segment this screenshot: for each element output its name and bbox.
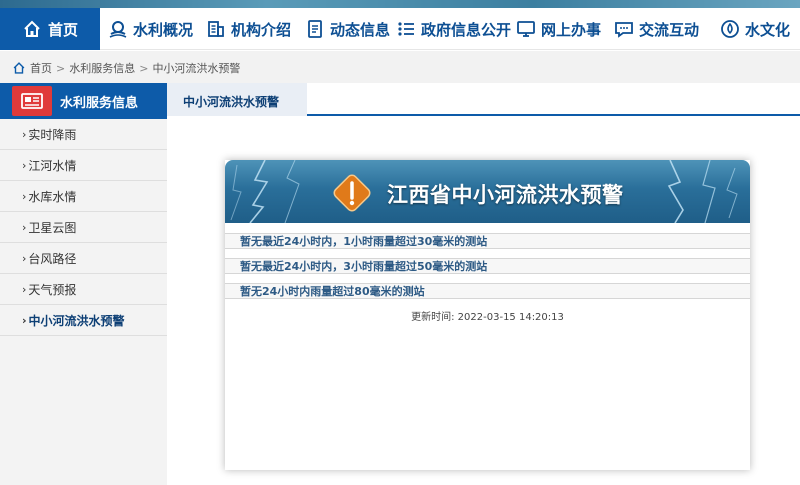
nav-home-button[interactable]: 首页 [0,8,100,50]
newspaper-icon [12,86,52,116]
main-nav: 首页 水利概况 机构介绍 动态信息 政府信息公开 网上办事 交流互动 水文化 [0,8,800,50]
flood-warning-panel: 江西省中小河流洪水预警 暂无最近24小时内，1小时雨量超过30毫米的测站 暂无最… [225,160,750,470]
nav-item-label: 机构介绍 [231,20,292,39]
breadcrumb-separator: > [139,61,149,75]
update-time-value: 2022-03-15 14:20:13 [457,312,564,323]
sidebar-header: 水利服务信息 [0,83,167,119]
chat-icon [614,19,634,39]
nav-item-news[interactable]: 动态信息 [305,8,390,50]
chevron-right-icon: › [22,220,27,234]
breadcrumb-current: 中小河流洪水预警 [152,62,241,75]
nav-item-label: 交流互动 [639,20,700,39]
banner-title: 江西省中小河流洪水预警 [387,183,624,207]
nav-item-water-overview[interactable]: 水利概况 [108,8,193,50]
home-icon [12,61,26,75]
sidebar-list: › 实时降雨 › 江河水情 › 水库水情 › 卫星云图 › 台风路径 › 天气预报 › 中小河… [0,119,167,336]
warning-row: 暂无最近24小时内，1小时雨量超过30毫米的测站 [225,233,750,249]
chevron-right-icon: › [22,313,27,327]
breadcrumb: 首页 > 水利服务信息 > 中小河流洪水预警 [12,60,240,76]
warning-banner: 江西省中小河流洪水预警 [225,160,750,223]
sidebar-item-reservoir-level[interactable]: › 水库水情 [0,181,167,212]
nav-item-gov-info[interactable]: 政府信息公开 [396,8,511,50]
sidebar-item-weather-forecast[interactable]: › 天气预报 [0,274,167,305]
nav-home-label: 首页 [47,20,78,39]
building-icon [206,19,226,39]
chevron-right-icon: › [22,282,27,296]
chevron-right-icon: › [22,251,27,265]
sidebar-item-label: 中小河流洪水预警 [28,313,125,328]
sidebar-item-realtime-rain[interactable]: › 实时降雨 [0,119,167,150]
chevron-right-icon: › [22,158,27,172]
nav-item-interaction[interactable]: 交流互动 [614,8,699,50]
sidebar-item-label: 实时降雨 [28,127,77,142]
rows-icon [396,19,416,39]
warning-list: 暂无最近24小时内，1小时雨量超过30毫米的测站 暂无最近24小时内，3小时雨量… [225,223,750,299]
warning-row-text: 暂无最近24小时内，3小时雨量超过50毫米的测站 [240,260,488,273]
nav-item-water-culture[interactable]: 水文化 [720,8,790,50]
sidebar: 水利服务信息 › 实时降雨 › 江河水情 › 水库水情 › 卫星云图 › 台风路径 › 天气… [0,83,167,485]
sidebar-item-label: 台风路径 [28,251,77,266]
warning-icon [333,174,371,212]
sidebar-item-label: 水库水情 [28,189,77,204]
nav-item-organization[interactable]: 机构介绍 [206,8,291,50]
water-drop-icon [720,19,740,39]
nav-item-label: 动态信息 [330,20,391,39]
update-time-label: 更新时间: [411,312,455,323]
sidebar-item-label: 天气预报 [28,282,77,297]
breadcrumb-separator: > [56,61,66,75]
warning-row-text: 暂无最近24小时内，1小时雨量超过30毫米的测站 [240,235,488,248]
nav-item-label: 水文化 [745,20,791,39]
water-network-icon [108,19,128,39]
nav-item-label: 水利概况 [133,20,194,39]
sidebar-item-label: 卫星云图 [28,220,77,235]
sidebar-item-typhoon-path[interactable]: › 台风路径 [0,243,167,274]
breadcrumb-home[interactable]: 首页 [30,60,52,76]
page-title: 中小河流洪水预警 [183,95,280,109]
warning-row: 暂无最近24小时内，3小时雨量超过50毫米的测站 [225,258,750,274]
nav-item-label: 网上办事 [541,20,602,39]
document-icon [305,19,325,39]
monitor-icon [516,19,536,39]
sidebar-item-flood-warning[interactable]: › 中小河流洪水预警 [0,305,167,336]
content-header: 中小河流洪水预警 [167,83,800,116]
home-icon [22,19,42,39]
sidebar-item-label: 江河水情 [28,158,77,173]
nav-item-online-service[interactable]: 网上办事 [516,8,601,50]
update-time: 更新时间: 2022-03-15 14:20:13 [225,308,750,323]
warning-row-text: 暂无24小时内雨量超过80毫米的测站 [240,285,425,298]
breadcrumb-water-service[interactable]: 水利服务信息 [69,60,135,76]
breadcrumb-bar: 首页 > 水利服务信息 > 中小河流洪水预警 [0,51,800,83]
nav-item-label: 政府信息公开 [421,20,512,39]
sidebar-item-satellite-cloud[interactable]: › 卫星云图 [0,212,167,243]
sidebar-title: 水利服务信息 [60,95,139,111]
chevron-right-icon: › [22,127,27,141]
warning-row: 暂无24小时内雨量超过80毫米的测站 [225,283,750,299]
sidebar-item-river-level[interactable]: › 江河水情 [0,150,167,181]
chevron-right-icon: › [22,189,27,203]
top-banner-strip [0,0,800,8]
